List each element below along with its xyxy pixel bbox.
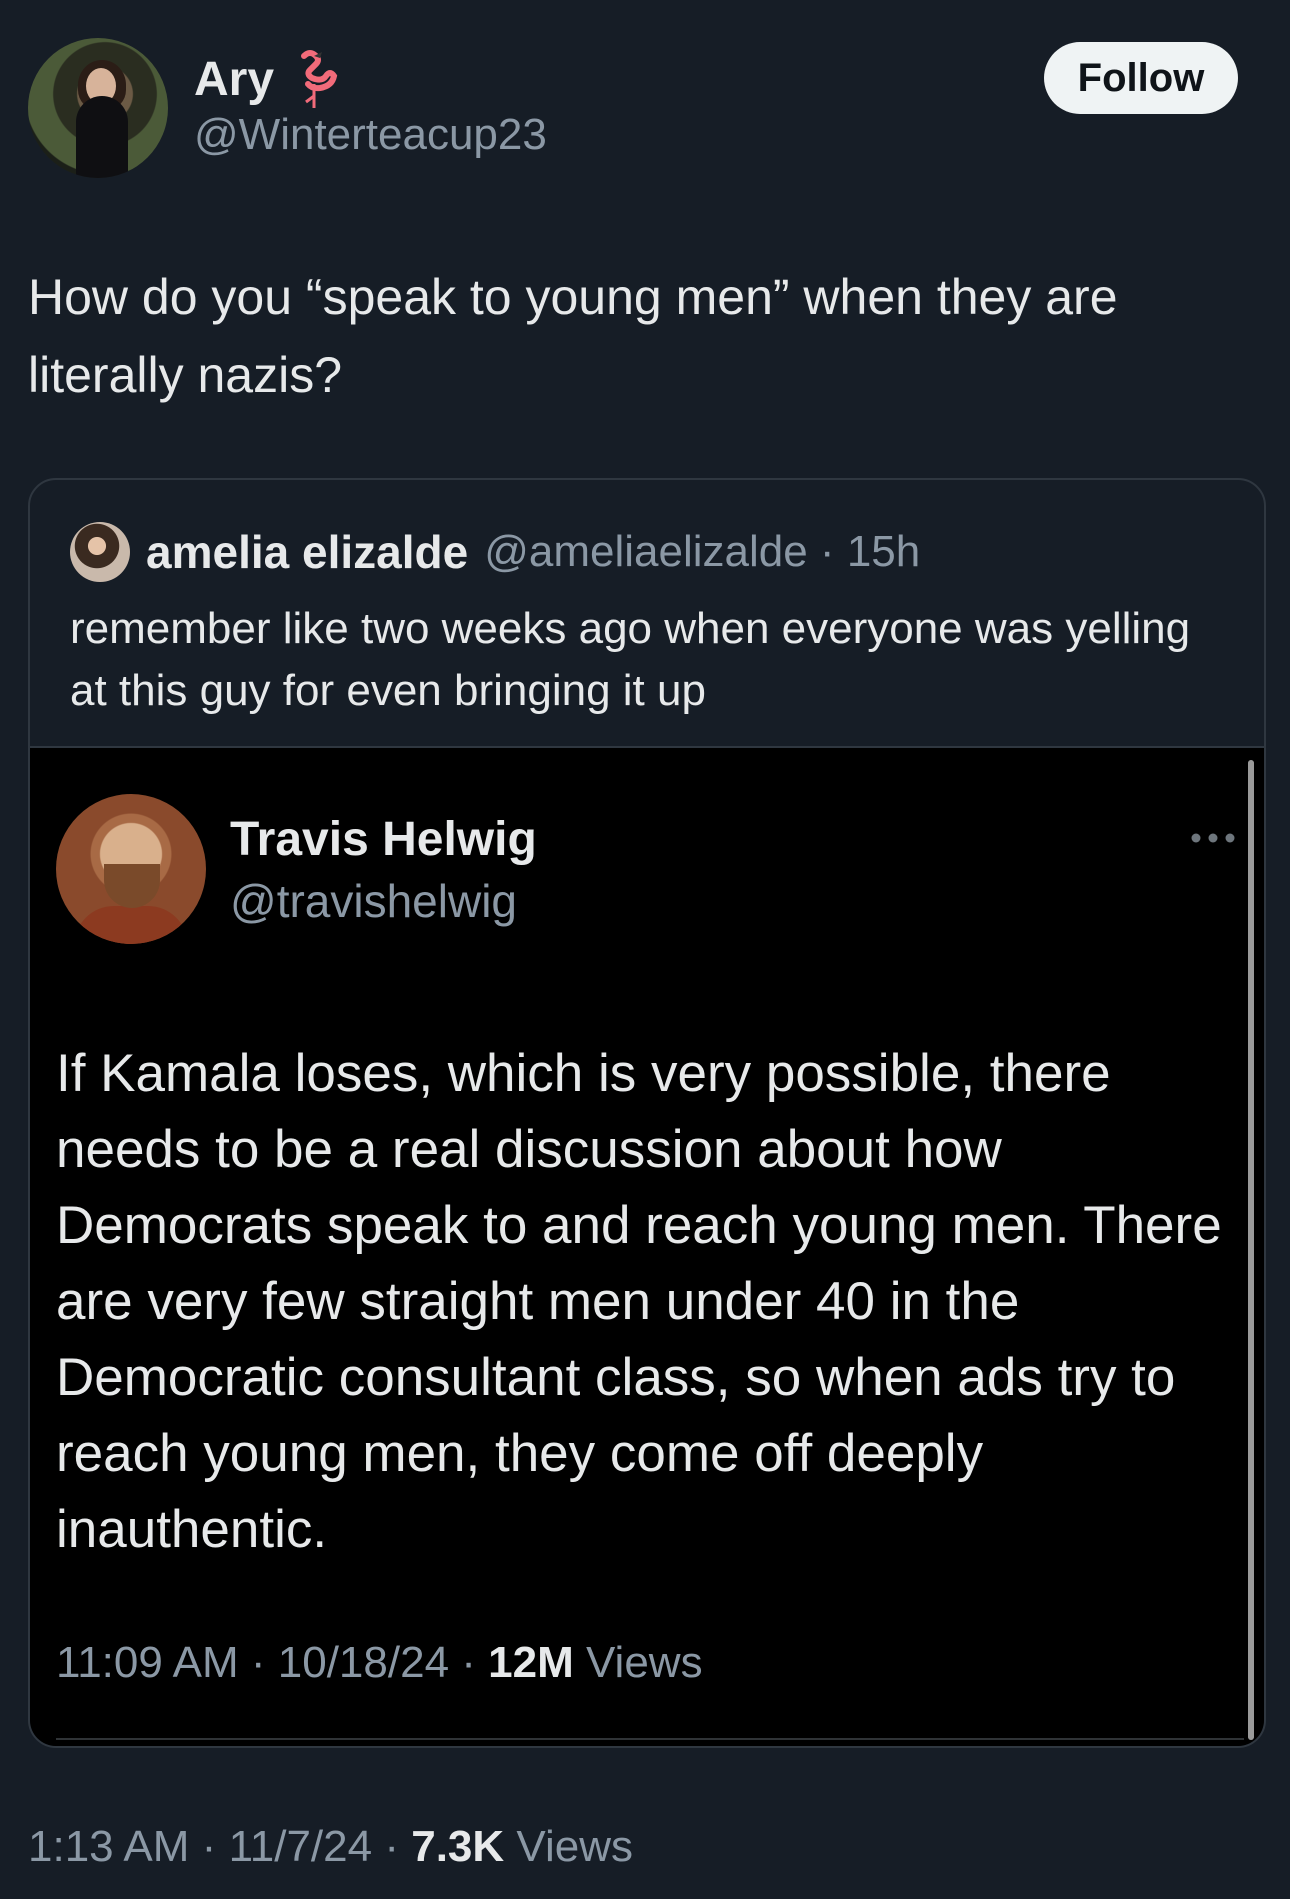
views-count: 7.3K — [411, 1822, 505, 1871]
embedded-author-handle: @travishelwig — [230, 875, 518, 927]
quote-header: amelia elizalde @ameliaelizalde · 15h — [70, 522, 920, 582]
meta-separator: · — [250, 1638, 266, 1687]
quote-embedded-screenshot[interactable]: Travis Helwig @travishelwig If Kamala lo… — [30, 746, 1264, 1746]
quote-tweet-card[interactable]: amelia elizalde @ameliaelizalde · 15h re… — [28, 478, 1266, 1748]
flamingo-icon — [301, 50, 338, 108]
author-display-name[interactable]: Ary — [194, 52, 274, 107]
scrollbar-thumb[interactable] — [1248, 760, 1254, 1740]
quote-author-handle: @ameliaelizalde — [484, 527, 808, 576]
embedded-views-label: Views — [586, 1638, 703, 1687]
author-avatar[interactable] — [28, 38, 168, 178]
quote-author-meta: @ameliaelizalde · 15h — [484, 527, 920, 577]
tweet-header: Ary @Winterteacup23 Follow — [0, 0, 1290, 200]
embedded-tweet-text: If Kamala loses, which is very possible,… — [56, 1044, 1222, 1559]
embedded-author-name: Travis Helwig — [230, 813, 537, 866]
tweet-text: How do you “speak to young men” when the… — [28, 269, 1118, 403]
tweet-meta: 1:13 AM · 11/7/24 · 7.3K Views — [28, 1822, 633, 1872]
meta-separator: · — [461, 1638, 476, 1687]
embedded-divider — [56, 1738, 1244, 1740]
meta-separator: · — [201, 1822, 217, 1871]
embedded-views-count: 12M — [488, 1638, 574, 1687]
meta-separator: · — [819, 527, 835, 576]
tweet-date[interactable]: 11/7/24 — [229, 1822, 373, 1871]
author-handle[interactable]: @Winterteacup23 — [194, 110, 547, 160]
embedded-date: 10/18/24 — [277, 1638, 450, 1687]
embedded-tweet-meta: 11:09 AM · 10/18/24 · 12M Views — [56, 1638, 703, 1688]
tweet-time[interactable]: 1:13 AM — [28, 1822, 189, 1871]
embedded-time: 11:09 AM — [56, 1638, 239, 1687]
quote-author-name: amelia elizalde — [146, 526, 469, 578]
quote-time: 15h — [846, 527, 921, 576]
meta-separator: · — [384, 1822, 399, 1871]
more-options-icon — [1191, 833, 1235, 843]
quote-author-avatar — [70, 522, 130, 582]
quote-text: remember like two weeks ago when everyon… — [70, 604, 1191, 715]
embedded-author-avatar — [56, 794, 206, 944]
views-label: Views — [516, 1822, 633, 1871]
follow-button[interactable]: Follow — [1044, 42, 1238, 114]
author-name-row: Ary — [194, 48, 338, 110]
